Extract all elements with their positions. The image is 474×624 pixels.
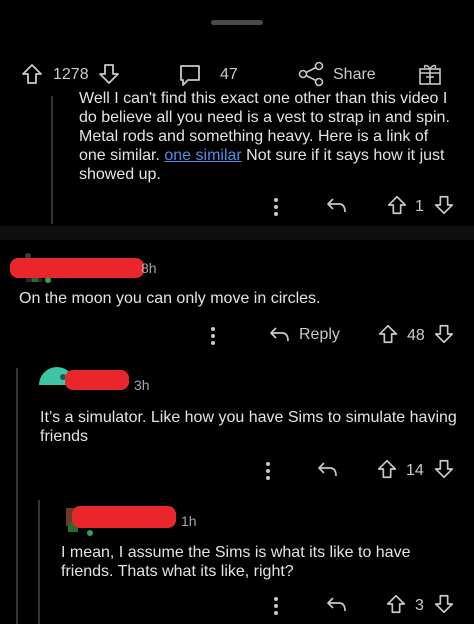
- redaction-mark: [10, 258, 144, 278]
- reply-arrow-icon[interactable]: [325, 196, 347, 216]
- share-button[interactable]: Share: [333, 66, 376, 84]
- vote-count: 14: [406, 462, 424, 479]
- more-options-icon[interactable]: [271, 195, 281, 219]
- comment-2-timestamp: 8h: [141, 260, 157, 276]
- reply-arrow-icon[interactable]: [268, 325, 290, 345]
- upvote-icon[interactable]: [386, 194, 408, 216]
- downvote-icon[interactable]: [433, 458, 455, 480]
- comment-1-link[interactable]: one similar: [164, 147, 241, 164]
- redaction-mark: [72, 506, 176, 528]
- upvote-icon[interactable]: [20, 62, 44, 86]
- comment-icon[interactable]: [177, 62, 203, 88]
- vote-count: 1: [415, 198, 424, 215]
- comment-separator: [0, 226, 474, 240]
- upvote-count: 1278: [53, 66, 89, 83]
- sheet-grabber[interactable]: [211, 20, 263, 25]
- redaction-mark: [65, 370, 129, 390]
- downvote-icon[interactable]: [433, 323, 455, 345]
- share-icon[interactable]: [297, 61, 325, 87]
- reply-arrow-icon[interactable]: [316, 460, 338, 480]
- comment-3-text: It’s a simulator. Like how you have Sims…: [40, 409, 457, 445]
- vote-count: 3: [415, 597, 424, 614]
- upvote-icon[interactable]: [385, 593, 407, 615]
- downvote-icon[interactable]: [433, 593, 455, 615]
- comment-4-timestamp: 1h: [181, 513, 197, 529]
- vote-count: 48: [407, 327, 425, 344]
- thread-line[interactable]: [16, 368, 18, 624]
- more-options-icon[interactable]: [208, 324, 218, 348]
- comment-4-actions: 3: [0, 590, 474, 624]
- comment-3-actions: 14: [0, 454, 474, 488]
- comment-2-actions: Reply 48: [0, 319, 474, 353]
- downvote-icon[interactable]: [433, 194, 455, 216]
- comment-4-text: I mean, I assume the Sims is what its li…: [61, 544, 411, 580]
- reply-button[interactable]: Reply: [299, 326, 340, 344]
- comment-1-body: Well I can't find this exact one other t…: [79, 89, 451, 184]
- downvote-icon[interactable]: [97, 62, 121, 86]
- more-options-icon[interactable]: [271, 594, 281, 618]
- comment-1-actions: 1: [0, 190, 474, 224]
- comment-3-timestamp: 3h: [134, 377, 150, 393]
- comment-2-text: On the moon you can only move in circles…: [19, 290, 321, 307]
- reply-arrow-icon[interactable]: [325, 595, 347, 615]
- comment-count: 47: [220, 66, 238, 83]
- award-gift-icon[interactable]: [417, 61, 443, 87]
- upvote-icon[interactable]: [377, 323, 399, 345]
- upvote-icon[interactable]: [376, 458, 398, 480]
- more-options-icon[interactable]: [263, 459, 273, 483]
